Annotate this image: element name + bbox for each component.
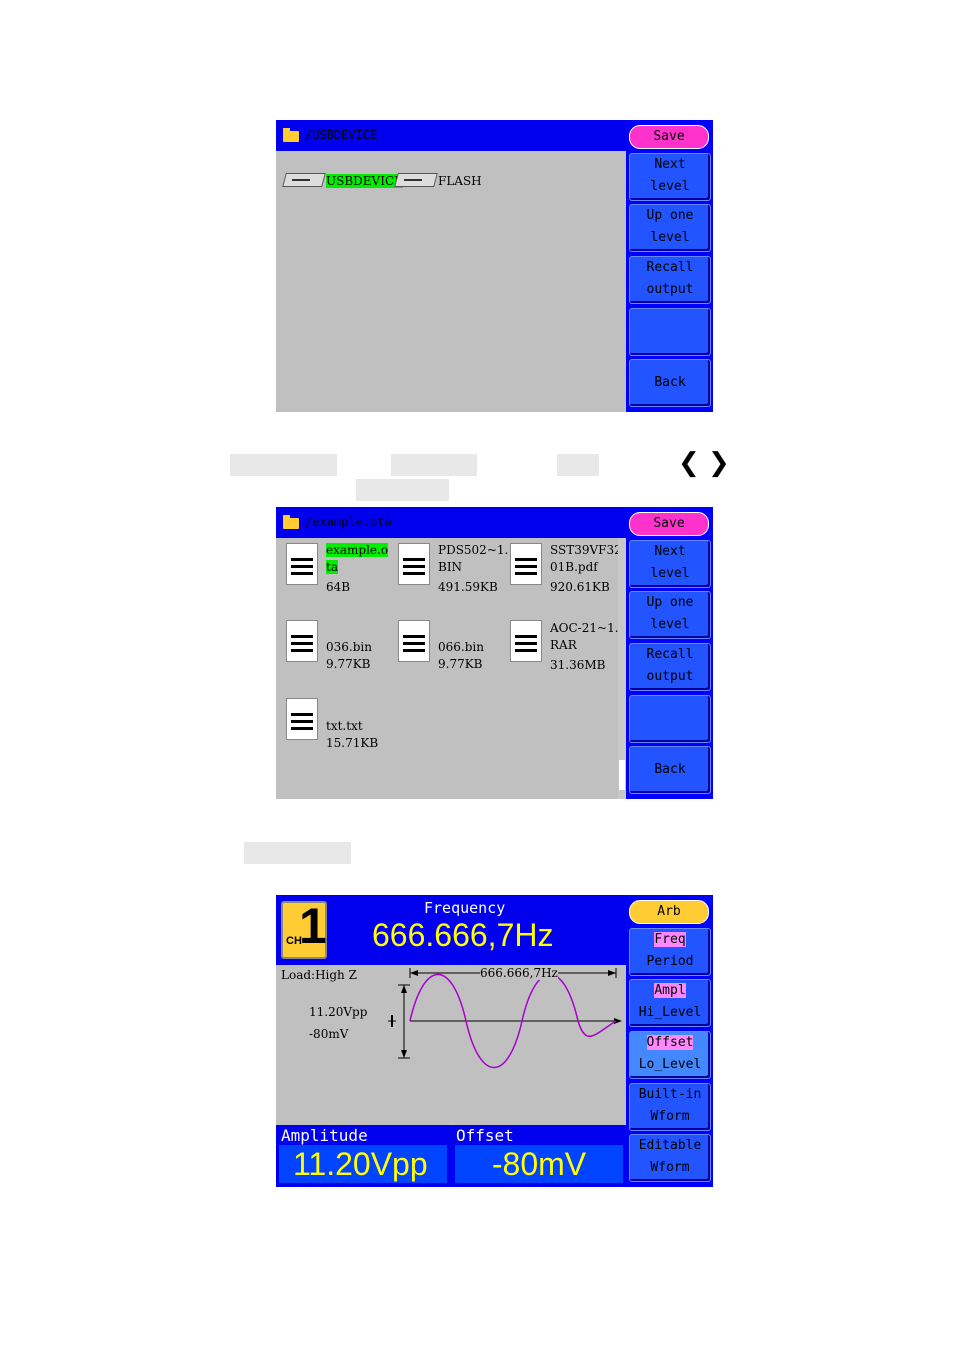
channel-badge[interactable]: CH 1 (281, 898, 327, 959)
freq-period-button[interactable]: Freq Period (629, 928, 711, 976)
editable-wform-button[interactable]: Editable Wform (629, 1134, 711, 1182)
redacted-text-3 (557, 454, 599, 476)
file-pane: example.o ta 64B PDS502~1. BIN 491.59KB S… (276, 538, 626, 799)
save-button[interactable]: Save (629, 512, 709, 536)
blank-softkey[interactable] (629, 308, 711, 356)
waveform-screen: CH 1 Frequency 666.666,7Hz Load:High Z 1… (276, 895, 713, 1187)
file-browser-screen-2: /example.ota example.o ta 64B PDS502~1. B… (276, 507, 713, 799)
next-level-button[interactable]: Next level (629, 153, 711, 201)
redacted-text-5 (244, 842, 351, 864)
document-icon[interactable] (286, 543, 318, 585)
file-item-name[interactable]: AOC-21~1. RAR 31.36MB (550, 620, 619, 674)
frequency-label: Frequency (424, 899, 506, 917)
frequency-value: 666.666,7Hz (372, 917, 554, 953)
file-item-name[interactable]: SST39VF32 01B.pdf 920.61KB (550, 542, 622, 596)
redacted-text-1 (230, 454, 337, 476)
scrollbar-thumb[interactable] (619, 760, 625, 790)
save-button[interactable]: Save (629, 125, 709, 149)
document-icon[interactable] (398, 620, 430, 662)
file-browser-screen-1: /USBDEVICE USBDEVICE FLASH Save Next leve… (276, 120, 713, 412)
folder-icon (283, 128, 299, 142)
file-item-name[interactable]: example.o ta 64B (326, 542, 389, 596)
file-item-name[interactable]: txt.txt 15.71KB (326, 718, 378, 752)
document-icon[interactable] (286, 698, 318, 740)
file-item-name[interactable]: 036.bin 9.77KB (326, 639, 372, 673)
ampl-hilevel-button[interactable]: Ampl Hi_Level (629, 979, 711, 1027)
right-arrow-icon: ❯ (708, 448, 730, 478)
scrollbar[interactable] (618, 538, 626, 799)
softkey-panel: Save Next level Up one level Recall output … (626, 507, 713, 799)
recall-output-button[interactable]: Recall output (629, 256, 711, 304)
amplitude-box[interactable]: Amplitude 11.20Vpp (276, 1125, 451, 1187)
left-arrow-icon: ❮ (678, 448, 700, 478)
waveform-area: Load:High Z 11.20Vpp -80mV 666.666,7Hz (276, 965, 626, 1125)
softkey-panel: Save Next level Up one level Recall output … (626, 120, 713, 412)
flash-drive-icon[interactable] (394, 169, 438, 187)
redacted-text-2 (391, 454, 477, 476)
document-icon[interactable] (510, 620, 542, 662)
offset-value: -80mV (455, 1145, 623, 1183)
path-title: /USBDEVICE (305, 128, 378, 142)
path-title: /example.ota (305, 515, 392, 529)
softkey-panel: Arb Freq Period Ampl Hi_Level Offset Lo_Lev… (626, 895, 713, 1187)
blank-softkey[interactable] (629, 695, 711, 743)
document-icon[interactable] (286, 620, 318, 662)
header-bar: CH 1 Frequency 666.666,7Hz (276, 895, 626, 965)
period-marker-label: 666.666,7Hz (480, 966, 558, 980)
file-item-name[interactable]: PDS502~1. BIN 491.59KB (438, 542, 508, 596)
redacted-text-4 (356, 479, 449, 501)
amplitude-value: 11.20Vpp (279, 1145, 447, 1183)
waveform-plot (388, 968, 622, 1068)
usb-drive-icon[interactable] (282, 169, 326, 187)
up-one-level-button[interactable]: Up one level (629, 204, 711, 252)
document-icon[interactable] (398, 543, 430, 585)
path-titlebar: /example.ota (276, 507, 626, 538)
offset-lolevel-button[interactable]: Offset Lo_Level (629, 1031, 711, 1079)
next-level-button[interactable]: Next level (629, 540, 711, 588)
recall-output-button[interactable]: Recall output (629, 643, 711, 691)
folder-icon (283, 515, 299, 529)
drive-label-usbdevice[interactable]: USBDEVICE (326, 174, 403, 188)
back-button[interactable]: Back (629, 359, 711, 407)
offset-box[interactable]: Offset -80mV (453, 1125, 626, 1187)
arb-button[interactable]: Arb (629, 900, 709, 924)
builtin-wform-button[interactable]: Built-in Wform (629, 1083, 711, 1131)
up-one-level-button[interactable]: Up one level (629, 591, 711, 639)
path-titlebar: /USBDEVICE (276, 120, 626, 151)
drive-label-flash[interactable]: FLASH (438, 174, 482, 188)
file-pane: USBDEVICE FLASH (276, 151, 626, 412)
document-icon[interactable] (510, 543, 542, 585)
back-button[interactable]: Back (629, 746, 711, 794)
file-item-name[interactable]: 066.bin 9.77KB (438, 639, 484, 673)
